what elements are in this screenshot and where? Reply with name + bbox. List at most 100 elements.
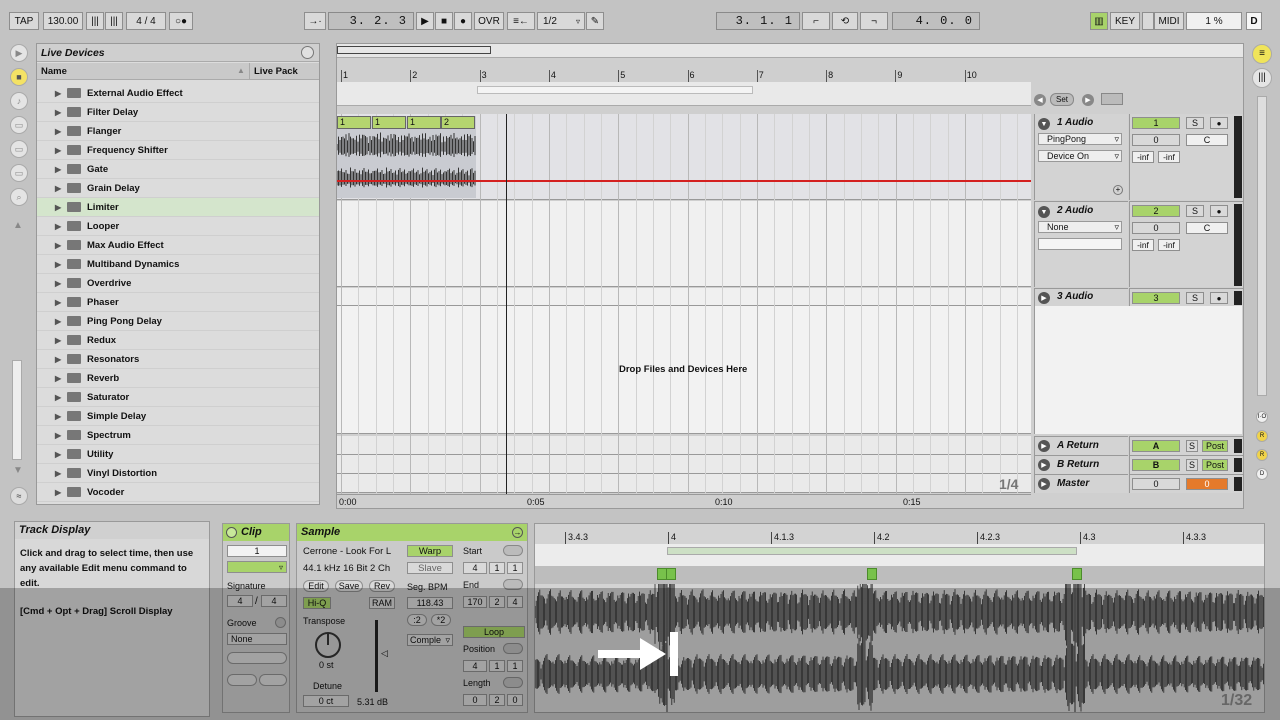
device-list-item[interactable]: ▶ Limiter [37,198,319,217]
warp-marker[interactable] [1072,568,1082,580]
add-lane-icon[interactable]: + [1113,185,1123,195]
pan-field[interactable]: C [1186,222,1228,234]
plugins-icon[interactable]: ■ [10,68,28,86]
expand-icon[interactable]: ▶ [55,89,61,98]
tempo-field[interactable]: 130.00 [43,12,83,30]
midi-map-button[interactable]: MIDI [1154,12,1184,30]
live-devices-icon[interactable]: ▶ [10,44,28,62]
volume-field[interactable]: 0 [1132,222,1180,234]
device-list-item[interactable]: ▶ Redux [37,331,319,350]
metronome-icon[interactable]: ○● [169,12,193,30]
volume-field[interactable]: 0 [1132,134,1180,146]
expand-icon[interactable]: ▶ [55,127,61,136]
bar-beat-field[interactable]: 1 [507,562,523,574]
clip-activator-icon[interactable] [226,527,237,538]
arrangement-scrollbar[interactable] [1257,96,1267,396]
nudge-down-icon[interactable]: ||| [86,12,104,30]
solo-button[interactable]: S [1186,292,1204,304]
loop-brace-area[interactable] [337,82,1031,106]
arrangement-position[interactable]: 3. 2. 3 [328,12,414,30]
track-lane[interactable] [337,436,1031,455]
arrow-right-icon[interactable]: → [512,527,523,538]
expand-icon[interactable]: ▶ [55,431,61,440]
track-activator[interactable]: 3 [1132,292,1180,304]
arm-icon[interactable]: ● [1210,205,1228,217]
device-list-item[interactable]: ▶ Grain Delay [37,179,319,198]
device-list-item[interactable]: ▶ Multiband Dynamics [37,255,319,274]
expand-icon[interactable]: ▶ [55,222,61,231]
groove-pool-icon[interactable]: ≈ [10,487,28,505]
sends-toggle-icon[interactable]: R [1256,430,1268,442]
bar-beat-field[interactable]: 4 [463,562,487,574]
device-list-item[interactable]: ▶ Max Audio Effect [37,236,319,255]
parameter-chooser[interactable]: Device On ▿ [1038,150,1122,162]
track-activator[interactable]: 1 [1132,117,1180,129]
device-list-item[interactable]: ▶ Vocoder [37,483,319,502]
expand-icon[interactable]: ▶ [55,412,61,421]
punch-out-icon[interactable]: ¬ [860,12,888,30]
nudge-up-icon[interactable]: ||| [105,12,123,30]
track-name[interactable]: 3 Audio [1057,291,1093,302]
track-name[interactable]: 1 Audio [1057,117,1093,128]
post-button[interactable]: Post [1202,440,1228,452]
device-list-item[interactable]: ▶ Frequency Shifter [37,141,319,160]
computer-keyboard-icon[interactable]: ▥ [1090,12,1108,30]
record-icon[interactable]: ● [454,12,472,30]
start-fields[interactable]: 411 [463,562,525,574]
fold-track-icon[interactable]: ▼ [1038,206,1050,218]
expand-icon[interactable]: ▶ [55,374,61,383]
expand-icon[interactable]: ▶ [55,260,61,269]
clip-color-chooser[interactable]: ▿ [227,561,287,573]
seconds-ruler[interactable]: 0:00 0:05 0:10 0:15 [337,494,1031,508]
device-list-item[interactable]: ▶ Utility [37,445,319,464]
instruments-icon[interactable]: ♪ [10,92,28,110]
unfold-track-icon[interactable]: ▶ [1038,459,1050,471]
quantize-menu[interactable]: 1/2 ▿ [537,12,585,30]
loop-length-field[interactable]: 4. 0. 0 [892,12,980,30]
warp-marker-lane[interactable] [535,566,1264,584]
loop-start-field[interactable]: 3. 1. 1 [716,12,800,30]
track-name[interactable]: 2 Audio [1057,205,1093,216]
track-lane[interactable] [337,201,1031,287]
expand-icon[interactable]: ▶ [55,203,61,212]
follow-icon[interactable]: →· [304,12,326,30]
track-lanes[interactable]: 1 1 1 2 Drop Files and Devices Here [337,114,1031,494]
expand-icon[interactable]: ▶ [55,355,61,364]
track-header-2[interactable]: ▼ 2 Audio None ▿ [1034,201,1128,287]
return-activator[interactable]: B [1132,459,1180,471]
set-start-button[interactable] [503,545,523,556]
scroll-up-icon[interactable]: ▲ [13,220,23,231]
expand-icon[interactable]: ▶ [55,241,61,250]
beat-time-ruler[interactable]: 1 2 3 4 5 6 7 8 9 10 [337,68,1031,82]
warp-marker[interactable] [666,568,676,580]
scroll-left-icon[interactable]: ◀ [1034,94,1046,106]
overview-bar[interactable] [337,44,1243,58]
key-map-button[interactable]: KEY [1110,12,1140,30]
arm-icon[interactable]: ● [1210,292,1228,304]
session-view-icon[interactable]: ||| [1252,68,1272,88]
device-list-item[interactable]: ▶ Spectrum [37,426,319,445]
solo-button[interactable]: S [1186,117,1204,129]
expand-icon[interactable]: ▶ [55,298,61,307]
track-activator[interactable]: 2 [1132,205,1180,217]
sample-loop-area[interactable] [535,544,1264,566]
expand-icon[interactable]: ▶ [55,488,61,497]
time-signature[interactable]: 4 / 4 [126,12,166,30]
device-list-item[interactable]: ▶ Saturator [37,388,319,407]
clip-title-bar[interactable]: 2 [441,116,475,129]
back-to-arrangement-icon[interactable]: ≡← [507,12,535,30]
automation-line[interactable] [337,180,1031,182]
warp-marker[interactable] [867,568,877,580]
punch-in-icon[interactable]: ⌐ [802,12,830,30]
tap-button[interactable]: TAP [9,12,39,30]
returns-toggle-icon[interactable]: R [1256,449,1268,461]
clip-title-bar[interactable]: 1 [337,116,371,129]
device-list-item[interactable]: ▶ Flanger [37,122,319,141]
master-header[interactable]: ▶ Master [1034,474,1128,493]
device-list-item[interactable]: ▶ Resonators [37,350,319,369]
arrangement-view-icon[interactable]: ≡ [1252,44,1272,64]
device-chooser[interactable]: PingPong ▿ [1038,133,1122,145]
browser-scrollbar[interactable] [12,360,22,460]
device-list-item[interactable]: ▶ Simple Delay [37,407,319,426]
solo-button[interactable]: S [1186,205,1204,217]
